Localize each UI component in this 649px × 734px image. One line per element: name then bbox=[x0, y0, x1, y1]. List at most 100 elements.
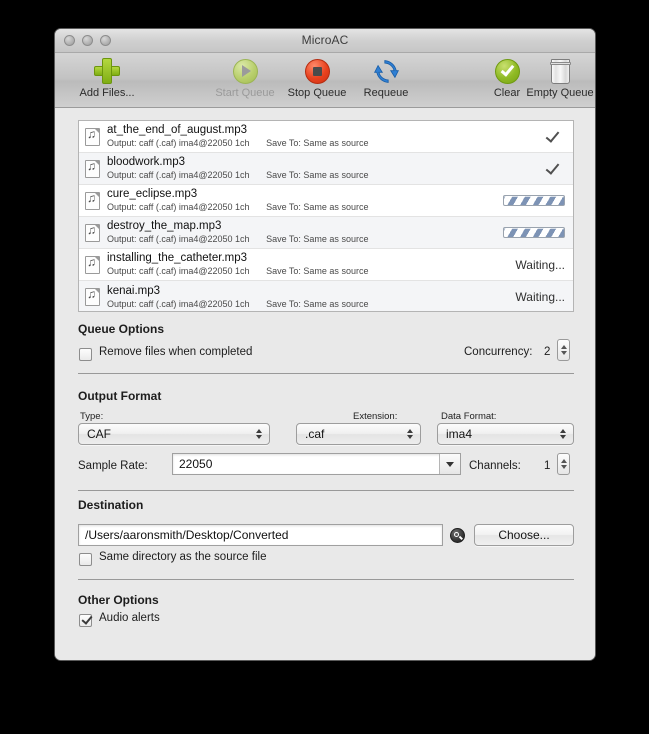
plus-icon bbox=[64, 56, 150, 86]
chevron-updown-icon bbox=[256, 424, 263, 444]
status-indicator bbox=[485, 195, 573, 206]
table-row[interactable]: cure_eclipse.mp3 Output: caff (.caf) ima… bbox=[79, 185, 573, 217]
add-files-label: Add Files... bbox=[79, 87, 135, 99]
data-format-label: Data Format: bbox=[441, 411, 497, 422]
sample-rate-label: Sample Rate: bbox=[78, 460, 148, 472]
file-info: kenai.mp3 Output: caff (.caf) ima4@22050… bbox=[107, 285, 485, 310]
file-info: cure_eclipse.mp3 Output: caff (.caf) ima… bbox=[107, 188, 485, 213]
file-name: at_the_end_of_august.mp3 bbox=[107, 124, 248, 136]
empty-queue-label: Empty Queue bbox=[526, 87, 594, 99]
type-label: Type: bbox=[80, 411, 104, 422]
file-name: bloodwork.mp3 bbox=[107, 156, 185, 168]
status-indicator bbox=[485, 159, 573, 175]
file-output: Output: caff (.caf) ima4@22050 1ch bbox=[107, 202, 250, 212]
divider bbox=[78, 373, 574, 374]
progress-bar bbox=[503, 195, 565, 206]
file-meta: Output: caff (.caf) ima4@22050 1ch Save … bbox=[107, 233, 485, 245]
sample-rate-value: 22050 bbox=[179, 457, 213, 471]
chevron-updown-icon bbox=[407, 424, 414, 444]
table-row[interactable]: installing_the_catheter.mp3 Output: caff… bbox=[79, 249, 573, 281]
add-files-button[interactable]: Add Files... bbox=[64, 56, 150, 99]
file-output: Output: caff (.caf) ima4@22050 1ch bbox=[107, 266, 250, 276]
window-titlebar: MicroAC bbox=[55, 29, 595, 53]
status-indicator bbox=[485, 127, 573, 143]
file-info: bloodwork.mp3 Output: caff (.caf) ima4@2… bbox=[107, 156, 485, 181]
file-meta: Output: caff (.caf) ima4@22050 1ch Save … bbox=[107, 201, 485, 213]
audio-file-icon bbox=[85, 191, 100, 210]
output-format-heading: Output Format bbox=[78, 389, 162, 403]
chevron-down-icon[interactable] bbox=[439, 454, 460, 474]
file-name: cure_eclipse.mp3 bbox=[107, 188, 198, 200]
file-meta: Output: caff (.caf) ima4@22050 1ch Save … bbox=[107, 298, 485, 310]
file-name: destroy_the_map.mp3 bbox=[107, 220, 222, 232]
audio-file-icon bbox=[85, 255, 100, 274]
data-format-select[interactable]: ima4 bbox=[437, 423, 574, 445]
requeue-button[interactable]: Requeue bbox=[343, 56, 429, 99]
progress-bar bbox=[503, 227, 565, 238]
file-save-to: Save To: Same as source bbox=[266, 266, 369, 276]
type-select[interactable]: CAF bbox=[78, 423, 270, 445]
choose-button[interactable]: Choose... bbox=[474, 524, 574, 546]
checkmark-icon bbox=[545, 127, 560, 143]
audio-alerts-label: Audio alerts bbox=[99, 612, 160, 624]
checkmark-icon bbox=[545, 159, 560, 175]
audio-alerts-checkbox[interactable] bbox=[79, 614, 92, 627]
queue-options-heading: Queue Options bbox=[78, 322, 165, 336]
file-output: Output: caff (.caf) ima4@22050 1ch bbox=[107, 138, 250, 148]
divider bbox=[78, 490, 574, 491]
file-meta: Output: caff (.caf) ima4@22050 1ch Save … bbox=[107, 137, 485, 149]
file-name: installing_the_catheter.mp3 bbox=[107, 252, 248, 264]
chevron-updown-icon bbox=[560, 424, 567, 444]
same-directory-checkbox[interactable] bbox=[79, 553, 92, 566]
status-text: Waiting... bbox=[515, 290, 565, 304]
audio-file-icon bbox=[85, 159, 100, 178]
file-meta: Output: caff (.caf) ima4@22050 1ch Save … bbox=[107, 169, 485, 181]
data-format-value: ima4 bbox=[446, 427, 473, 441]
divider bbox=[78, 579, 574, 580]
extension-value: .caf bbox=[305, 427, 325, 441]
table-row[interactable]: destroy_the_map.mp3 Output: caff (.caf) … bbox=[79, 217, 573, 249]
remove-files-checkbox[interactable] bbox=[79, 348, 92, 361]
file-save-to: Save To: Same as source bbox=[266, 298, 369, 309]
requeue-label: Requeue bbox=[363, 87, 409, 99]
file-info: destroy_the_map.mp3 Output: caff (.caf) … bbox=[107, 220, 485, 245]
status-indicator bbox=[485, 227, 573, 238]
file-save-to: Save To: Same as source bbox=[266, 202, 369, 212]
file-info: installing_the_catheter.mp3 Output: caff… bbox=[107, 252, 485, 277]
window-title: MicroAC bbox=[301, 33, 349, 47]
concurrency-stepper[interactable] bbox=[557, 339, 570, 361]
table-row[interactable]: kenai.mp3 Output: caff (.caf) ima4@22050… bbox=[79, 281, 573, 311]
file-queue-list[interactable]: at_the_end_of_august.mp3 Output: caff (.… bbox=[78, 120, 574, 312]
remove-files-label: Remove files when completed bbox=[99, 346, 253, 358]
status-text: Waiting... bbox=[515, 257, 565, 272]
extension-label: Extension: bbox=[353, 411, 398, 422]
reveal-in-finder-icon[interactable] bbox=[450, 528, 465, 543]
other-options-heading: Other Options bbox=[78, 593, 159, 607]
same-directory-label: Same directory as the source file bbox=[99, 551, 267, 563]
channels-stepper[interactable] bbox=[557, 453, 570, 475]
file-save-to: Save To: Same as source bbox=[266, 138, 369, 148]
type-value: CAF bbox=[87, 427, 111, 441]
toolbar: Add Files... Start Queue Stop Queue Requ… bbox=[55, 53, 595, 108]
main-content: at_the_end_of_august.mp3 Output: caff (.… bbox=[55, 108, 595, 660]
audio-file-icon bbox=[85, 223, 100, 242]
table-row[interactable]: bloodwork.mp3 Output: caff (.caf) ima4@2… bbox=[79, 153, 573, 185]
file-output: Output: caff (.caf) ima4@22050 1ch bbox=[107, 234, 250, 244]
channels-value: 1 bbox=[544, 460, 551, 472]
file-meta: Output: caff (.caf) ima4@22050 1ch Save … bbox=[107, 265, 485, 277]
channels-label: Channels: bbox=[469, 460, 521, 472]
empty-queue-button[interactable]: Empty Queue bbox=[517, 56, 595, 99]
file-info: at_the_end_of_august.mp3 Output: caff (.… bbox=[107, 124, 485, 149]
audio-file-icon bbox=[85, 127, 100, 146]
audio-file-icon bbox=[85, 287, 100, 306]
sample-rate-combobox[interactable]: 22050 bbox=[172, 453, 461, 475]
table-row[interactable]: at_the_end_of_august.mp3 Output: caff (.… bbox=[79, 121, 573, 153]
file-output: Output: caff (.caf) ima4@22050 1ch bbox=[107, 298, 250, 309]
concurrency-label: Concurrency: bbox=[464, 346, 533, 358]
file-output: Output: caff (.caf) ima4@22050 1ch bbox=[107, 170, 250, 180]
destination-path-input[interactable]: /Users/aaronsmith/Desktop/Converted bbox=[78, 524, 443, 546]
file-save-to: Save To: Same as source bbox=[266, 234, 369, 244]
destination-heading: Destination bbox=[78, 498, 144, 512]
extension-select[interactable]: .caf bbox=[296, 423, 421, 445]
refresh-icon bbox=[343, 56, 429, 86]
